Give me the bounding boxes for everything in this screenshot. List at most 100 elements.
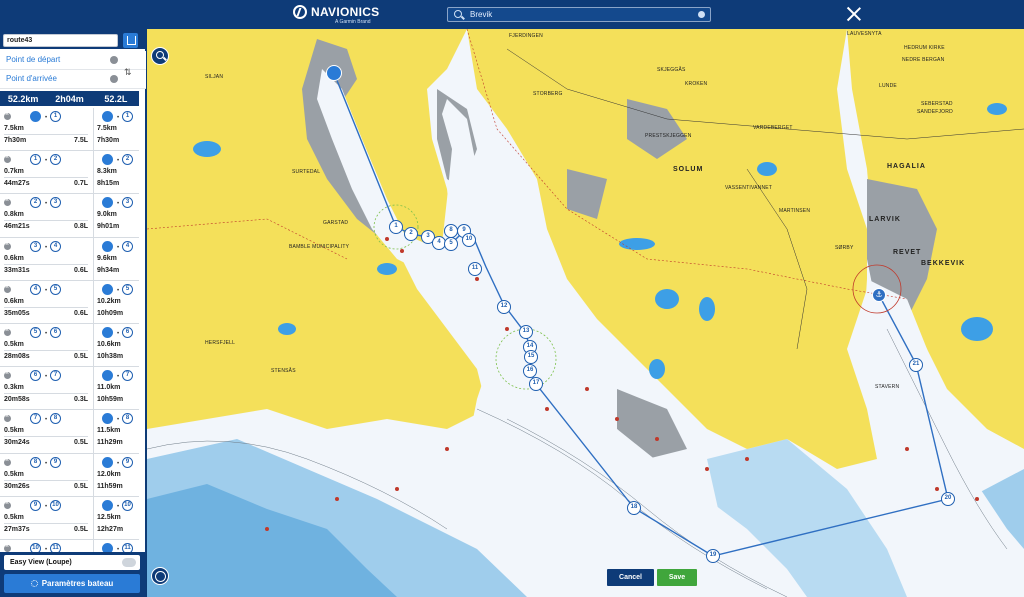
leg-row[interactable]: 7•80.5km30m24s0.5L•811.5km11h29m (0, 410, 139, 454)
leg-arrow: • (45, 417, 48, 424)
anchor-icon[interactable]: ⚓ (872, 288, 886, 302)
route-waypoint[interactable]: 19 (706, 549, 720, 563)
cumulative-time: 11h59m (97, 482, 123, 490)
map-label: SOLUM (673, 166, 704, 173)
route-waypoint[interactable]: 15 (524, 350, 538, 364)
cumulative-time: 10h38m (97, 352, 124, 360)
easy-view-label: Easy View (Loupe) (10, 559, 72, 566)
search-input[interactable] (470, 8, 690, 21)
route-waypoint[interactable]: 16 (523, 364, 537, 378)
route-waypoint[interactable]: 2 (404, 227, 418, 241)
remove-leg-icon[interactable] (4, 197, 11, 207)
leg-fuel: 0.6L (74, 309, 89, 317)
cumulative-arrow: • (117, 417, 120, 424)
close-icon[interactable] (846, 6, 862, 22)
route-waypoint[interactable]: 10 (462, 233, 476, 247)
cumulative-arrow: • (117, 330, 120, 337)
nautical-chart-map[interactable]: FJERDINGEN LAUVESNYTA HEDRUM KIRKE NEDRE… (147, 29, 1024, 597)
zoom-icon[interactable] (151, 47, 169, 65)
remove-leg-icon[interactable] (4, 241, 11, 250)
clear-search-icon[interactable] (698, 11, 705, 18)
leg-row[interactable]: 6•70.3km20m58s0.3L•711.0km10h59m (0, 367, 139, 411)
leg-list: •17.5km7h30m7.5L•17.5km7h30m1•20.7km44m2… (0, 108, 139, 578)
leg-fuel: 0.5L (74, 525, 89, 533)
remove-leg-icon[interactable] (4, 154, 11, 164)
route-waypoint[interactable]: 18 (627, 501, 641, 515)
navionics-logo-icon (293, 5, 307, 19)
brand-subtitle: A Garmin Brand (335, 19, 371, 25)
share-icon[interactable] (123, 33, 138, 48)
leg-row[interactable]: •17.5km7h30m7.5L•17.5km7h30m (0, 108, 139, 152)
cumulative-arrow: • (117, 287, 120, 294)
route-waypoint[interactable]: 5 (444, 237, 458, 251)
route-waypoint[interactable]: 20 (941, 492, 955, 506)
map-label: STAVERN (875, 384, 900, 390)
cancel-button[interactable]: Cancel (607, 569, 654, 586)
leg-fuel: 0.5L (74, 352, 89, 360)
easy-view-row[interactable]: Easy View (Loupe) (4, 555, 140, 570)
swap-icon[interactable]: ⇅ (124, 67, 132, 79)
cumulative-arrow: • (117, 503, 120, 510)
route-waypoint[interactable]: 12 (497, 300, 511, 314)
cumulative-distance: 10.6km (97, 340, 121, 348)
leg-row[interactable]: 4•50.6km35m05s0.6L•510.2km10h09m (0, 280, 139, 324)
map-label: SØRBY (835, 245, 854, 251)
leg-row[interactable]: 5•60.5km28m08s0.5L•610.6km10h38m (0, 323, 139, 368)
clear-end-icon[interactable] (110, 75, 118, 83)
leg-row[interactable]: 9•100.5km27m37s0.5L•1012.5km12h27m (0, 496, 139, 540)
leg-distance: 0.5km (4, 513, 24, 521)
waypoint-to: 2 (50, 154, 61, 166)
navionics-logo[interactable]: NAVIONICS A Garmin Brand (293, 5, 379, 25)
route-waypoint[interactable]: 13 (519, 325, 533, 339)
remove-leg-icon[interactable] (4, 284, 11, 293)
cumulative-start (102, 456, 113, 468)
waypoint-from: 8 (30, 456, 41, 468)
boat-settings-button[interactable]: Paramètres bateau (4, 574, 140, 593)
search-box[interactable] (447, 7, 711, 22)
cumulative-time: 11h29m (97, 439, 123, 447)
layers-icon[interactable] (151, 567, 169, 585)
leg-fuel: 7.5L (74, 137, 89, 144)
leg-time: 33m31s (4, 266, 30, 274)
remove-leg-icon[interactable] (4, 457, 11, 466)
remove-leg-icon[interactable] (4, 500, 11, 509)
remove-leg-icon[interactable] (4, 327, 11, 336)
leg-time: 30m26s (4, 482, 30, 490)
gear-icon (30, 580, 38, 587)
leg-row[interactable]: 3•40.6km33m31s0.6L•49.6km9h34m (0, 237, 139, 281)
map-label: VARDEBERGET (753, 125, 793, 131)
leg-distance: 7.5km (4, 125, 24, 132)
route-start-marker[interactable] (326, 65, 342, 81)
waypoint-to: 5 (50, 283, 61, 295)
route-waypoint[interactable]: 21 (909, 358, 923, 372)
leg-row[interactable]: 2•30.8km46m21s0.8L•39.0km9h01m (0, 194, 139, 238)
total-distance: 52.2km (7, 93, 39, 104)
route-waypoint[interactable]: 1 (389, 220, 403, 234)
waypoint-to: 10 (50, 499, 61, 511)
remove-leg-icon[interactable] (4, 543, 11, 552)
leg-row[interactable]: 1•20.7km44m27s0.7L•28.3km8h15m (0, 151, 139, 195)
waypoint-to: 9 (50, 456, 61, 468)
remove-leg-icon[interactable] (4, 370, 11, 380)
waypoint-to: 8 (50, 413, 61, 425)
map-label: PRESTSKJEGGEN (645, 133, 692, 139)
leg-divider (4, 306, 88, 308)
cumulative-column: • 4 9.6km 9h34m (93, 237, 139, 281)
remove-leg-icon[interactable] (4, 413, 11, 423)
route-name-input[interactable]: route43 (3, 34, 118, 47)
sidebar-footer: Easy View (Loupe) Paramètres bateau (0, 552, 146, 597)
save-button[interactable]: Save (657, 569, 697, 586)
waypoint-from: 3 (30, 240, 41, 252)
easy-view-toggle[interactable] (122, 558, 136, 567)
route-waypoint[interactable]: 11 (468, 262, 482, 276)
waypoint-to: 3 (50, 197, 61, 209)
route-waypoint[interactable]: 8 (444, 224, 458, 238)
route-waypoint[interactable]: 17 (529, 377, 543, 391)
leg-row[interactable]: 8•90.5km30m26s0.5L•912.0km11h59m (0, 453, 139, 497)
cumulative-arrow: • (117, 115, 120, 121)
cumulative-start (102, 499, 113, 511)
clear-start-icon[interactable] (110, 56, 118, 64)
remove-leg-icon[interactable] (4, 111, 11, 120)
leg-divider (4, 479, 88, 481)
cumulative-start (102, 370, 113, 382)
